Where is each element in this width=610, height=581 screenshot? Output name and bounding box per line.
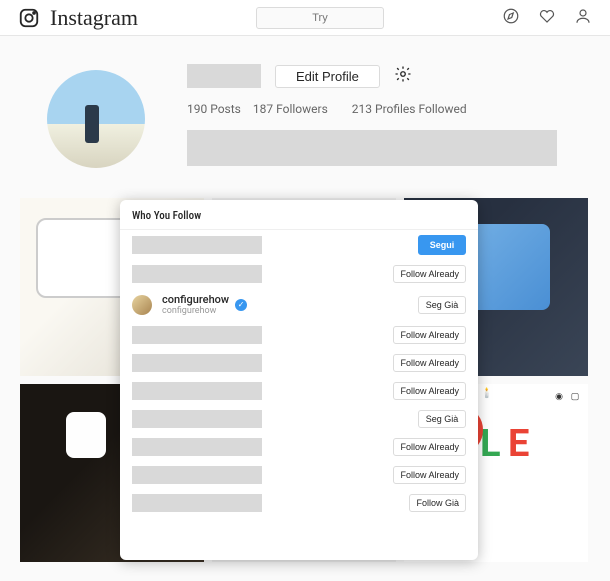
followers-stat[interactable]: 187 Followers — [253, 102, 328, 116]
avatar[interactable] — [47, 70, 145, 168]
following-row: Segui — [120, 230, 478, 260]
user-placeholder — [132, 354, 262, 372]
follow-button[interactable]: Follow Già — [409, 494, 466, 512]
instagram-camera-icon[interactable] — [18, 7, 40, 29]
follow-button[interactable]: Follow Already — [393, 466, 466, 484]
posts-stat[interactable]: 190 Posts — [187, 102, 241, 116]
username-placeholder — [187, 64, 261, 88]
following-row: Follow Già — [120, 489, 478, 517]
following-row: Follow Already — [120, 349, 478, 377]
follow-button[interactable]: Follow Already — [393, 354, 466, 372]
follow-button[interactable]: Follow Already — [393, 382, 466, 400]
following-row: Follow Already — [120, 377, 478, 405]
follow-button[interactable]: Follow Already — [393, 438, 466, 456]
follow-button[interactable]: Segui — [418, 235, 466, 255]
profile-info: Edit Profile 190 Posts 187 Followers 213… — [187, 64, 585, 168]
carousel-icon: ◉ — [552, 390, 566, 404]
following-row: Follow Already — [120, 433, 478, 461]
user-placeholder — [132, 438, 262, 456]
following-modal: Who You Follow Segui Follow Already config… — [120, 200, 478, 560]
search-container — [256, 6, 384, 29]
user-placeholder — [132, 494, 262, 512]
profile-icon[interactable] — [574, 7, 592, 29]
following-row: Seg Già — [120, 405, 478, 433]
user-placeholder — [132, 410, 262, 428]
user-placeholder — [132, 326, 262, 344]
search-input[interactable] — [256, 7, 384, 29]
following-row: Follow Already — [120, 321, 478, 349]
follow-button[interactable]: Seg Già — [418, 410, 466, 428]
header-actions — [502, 7, 592, 29]
follow-button[interactable]: Follow Already — [393, 326, 466, 344]
user-placeholder — [132, 265, 262, 283]
user-avatar[interactable] — [132, 295, 152, 315]
edit-profile-button[interactable]: Edit Profile — [275, 65, 380, 88]
verified-badge-icon: ✓ — [235, 299, 247, 311]
following-row: configurehowconfigurehow✓ Seg Già — [120, 288, 478, 321]
follow-button[interactable]: Seg Già — [418, 296, 466, 314]
user-placeholder — [132, 466, 262, 484]
user-placeholder — [132, 382, 262, 400]
user-placeholder — [132, 236, 262, 254]
user-info[interactable]: configurehowconfigurehow✓ — [162, 293, 247, 316]
follow-button[interactable]: Follow Already — [393, 265, 466, 283]
explore-icon[interactable] — [502, 7, 520, 29]
instagram-wordmark[interactable]: Instagram — [50, 5, 138, 31]
following-stat[interactable]: 213 Profiles Followed — [352, 102, 467, 116]
carousel-icon: ▢ — [568, 390, 582, 404]
following-row: Follow Already — [120, 260, 478, 288]
gear-icon[interactable] — [394, 65, 412, 87]
bio-placeholder — [187, 130, 557, 166]
modal-title: Who You Follow — [120, 200, 478, 230]
heart-icon[interactable] — [538, 7, 556, 29]
following-row: Follow Already — [120, 461, 478, 489]
profile-stats: 190 Posts 187 Followers 213 Profiles Fol… — [187, 102, 585, 116]
profile-header: Edit Profile 190 Posts 187 Followers 213… — [25, 64, 585, 168]
top-navbar: Instagram — [0, 0, 610, 36]
